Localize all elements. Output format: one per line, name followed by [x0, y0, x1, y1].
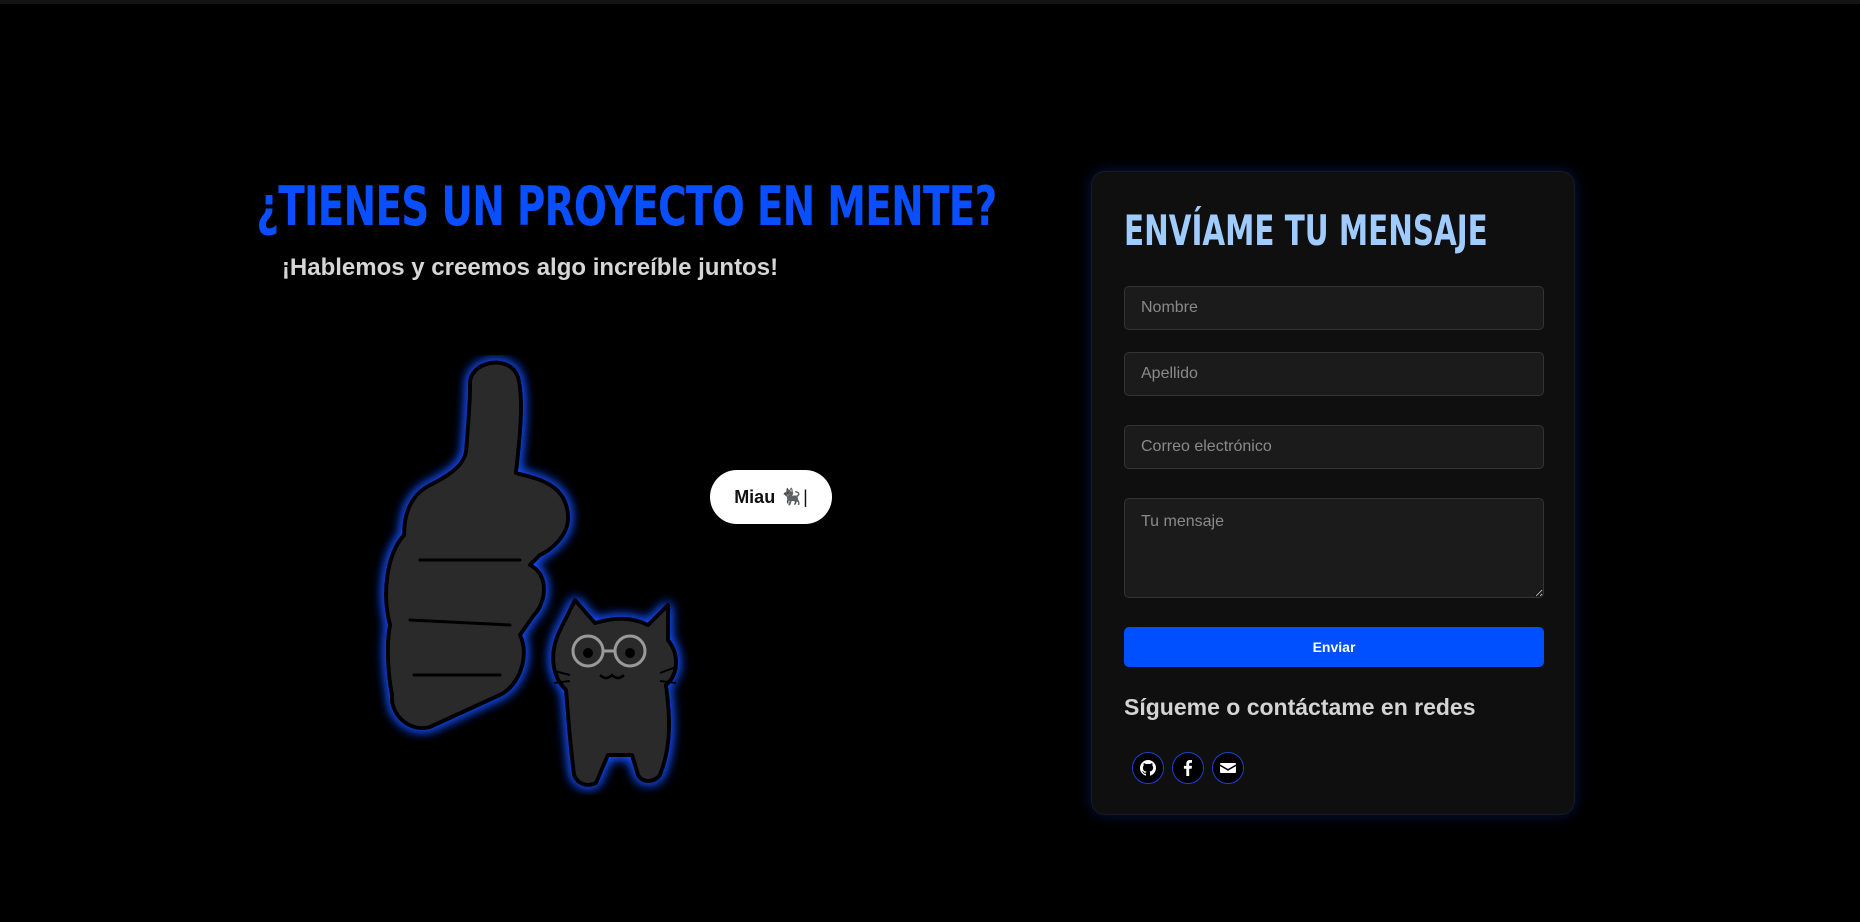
- speech-bubble: Miau 🐈‍⬛ |: [710, 470, 832, 524]
- social-heading: Sígueme o contáctame en redes: [1124, 694, 1476, 720]
- contact-card: Envíame tu mensaje Enviar Sígueme o cont…: [1091, 171, 1575, 815]
- top-border-strip: [0, 0, 1860, 4]
- mensaje-textarea[interactable]: [1124, 498, 1544, 598]
- facebook-icon: [1183, 760, 1192, 776]
- email-link[interactable]: [1212, 752, 1244, 784]
- github-icon: [1140, 760, 1156, 776]
- contact-form-title: Envíame tu mensaje: [1124, 206, 1488, 255]
- correo-input[interactable]: [1124, 425, 1544, 469]
- github-link[interactable]: [1132, 752, 1164, 784]
- submit-button[interactable]: Enviar: [1124, 627, 1544, 667]
- bubble-text: Miau: [734, 486, 776, 507]
- hero-subtitle: ¡Hablemos y creemos algo increíble junto…: [281, 254, 779, 281]
- facebook-link[interactable]: [1172, 752, 1204, 784]
- hero-section: ¿Tienes un proyecto en mente? ¡Hablemos …: [150, 175, 997, 282]
- apellido-input[interactable]: [1124, 352, 1544, 396]
- cat-icon: 🐈‍⬛: [781, 489, 802, 506]
- hero-title: ¿Tienes un proyecto en mente?: [256, 175, 997, 238]
- email-icon: [1220, 763, 1236, 773]
- social-links: [1132, 752, 1244, 784]
- typing-cursor: |: [803, 486, 808, 507]
- thumbs-up-cat-icon: [384, 360, 678, 787]
- thumbs-up-cat-illustration: [370, 355, 690, 795]
- nombre-input[interactable]: [1124, 286, 1544, 330]
